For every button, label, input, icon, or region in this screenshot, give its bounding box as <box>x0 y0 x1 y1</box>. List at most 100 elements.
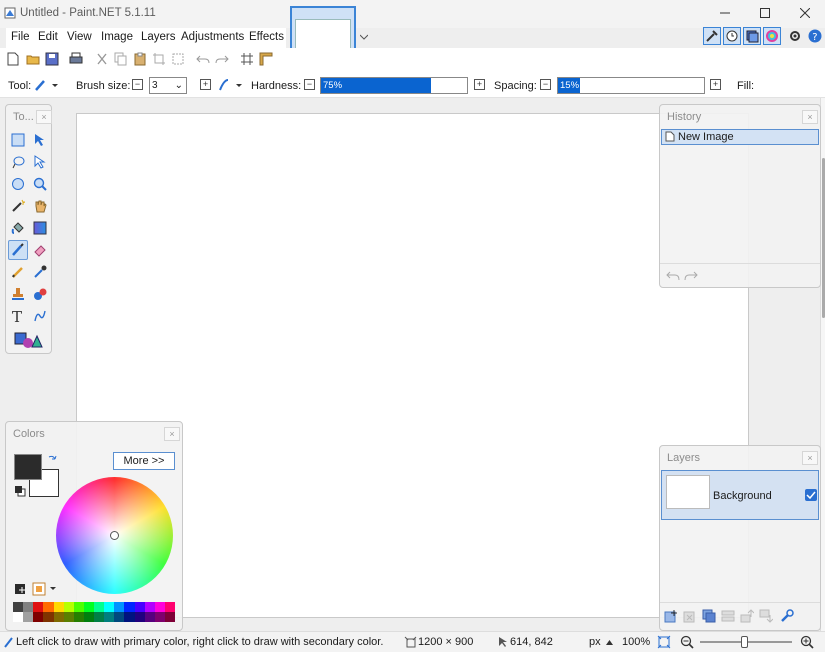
minimize-button[interactable] <box>710 4 740 22</box>
move-selection-icon[interactable] <box>30 130 50 150</box>
eraser-icon[interactable] <box>30 240 50 260</box>
ruler-icon[interactable] <box>259 52 275 68</box>
tools-panel-close-icon[interactable]: × <box>36 110 52 124</box>
history-item[interactable]: New Image <box>661 129 819 145</box>
zoom-to-window-icon[interactable] <box>657 635 671 649</box>
delete-layer-icon[interactable] <box>683 609 697 623</box>
add-layer-icon[interactable] <box>664 609 678 623</box>
settings-gear-icon[interactable] <box>788 29 802 43</box>
redo-icon[interactable] <box>215 52 231 68</box>
print-icon[interactable] <box>69 52 85 68</box>
layer-row[interactable]: Background <box>661 470 819 520</box>
color-palette[interactable] <box>13 602 175 622</box>
crop-to-selection-icon[interactable] <box>152 52 168 68</box>
line-curve-icon[interactable] <box>30 306 50 326</box>
ellipse-select-icon[interactable] <box>8 174 28 194</box>
menu-layers[interactable]: Layers <box>141 31 176 43</box>
zoom-in-icon[interactable] <box>800 635 814 649</box>
menu-bar: File Edit View Image Layers Adjustments … <box>6 28 286 48</box>
hardness-slider[interactable]: 75% <box>320 77 468 94</box>
merge-layer-down-icon[interactable] <box>721 609 735 623</box>
menu-adjustments[interactable]: Adjustments <box>181 31 244 43</box>
help-icon[interactable]: ? <box>808 29 822 43</box>
brush-size-decrease-button[interactable]: − <box>132 79 143 90</box>
pan-icon[interactable] <box>30 196 50 216</box>
grid-icon[interactable] <box>240 52 256 68</box>
shapes-icon[interactable] <box>14 330 44 350</box>
colors-panel-close-icon[interactable]: × <box>164 427 180 441</box>
color-wheel-handle[interactable] <box>110 531 119 540</box>
antialiasing-icon[interactable] <box>218 78 244 92</box>
spacing-increase-button[interactable]: + <box>710 79 721 90</box>
tools-panel-title: To... <box>13 111 34 123</box>
undo-icon[interactable] <box>196 52 212 68</box>
primary-color-swatch[interactable] <box>14 454 42 480</box>
magic-wand-icon[interactable] <box>8 196 28 216</box>
hardness-increase-button[interactable]: + <box>474 79 485 90</box>
history-panel-close-icon[interactable]: × <box>802 110 818 124</box>
more-colors-button[interactable]: More >> <box>113 452 175 470</box>
reset-colors-icon[interactable] <box>14 485 26 497</box>
add-palette-color-icon[interactable] <box>14 583 26 595</box>
zoom-out-icon[interactable] <box>680 635 694 649</box>
image-list-chevron-icon[interactable] <box>360 34 368 40</box>
history-window-toggle-icon[interactable] <box>723 27 741 45</box>
deselect-icon[interactable] <box>171 52 187 68</box>
brush-size-increase-button[interactable]: + <box>200 79 211 90</box>
close-window-button[interactable] <box>790 4 820 22</box>
zoom-level[interactable]: 100% <box>622 636 650 648</box>
hardness-value: 75% <box>323 80 343 91</box>
hardness-decrease-button[interactable]: − <box>304 79 315 90</box>
swap-colors-icon[interactable] <box>47 454 57 464</box>
current-tool-paintbrush-icon[interactable] <box>34 78 60 92</box>
save-icon[interactable] <box>45 52 61 68</box>
layers-panel-footer <box>660 602 820 630</box>
zoom-icon[interactable] <box>30 174 50 194</box>
menu-view[interactable]: View <box>67 31 92 43</box>
open-file-icon[interactable] <box>26 52 42 68</box>
units-selector[interactable]: px <box>589 636 601 648</box>
paint-bucket-icon[interactable] <box>8 218 28 238</box>
spacing-decrease-button[interactable]: − <box>540 79 551 90</box>
spacing-slider[interactable]: 15% <box>557 77 705 94</box>
units-chevron-up-icon[interactable] <box>606 640 613 645</box>
layers-panel-close-icon[interactable]: × <box>802 451 818 465</box>
maximize-button[interactable] <box>750 4 780 22</box>
window-title: Untitled - Paint.NET 5.1.11 <box>20 7 156 19</box>
tools-window-toggle-icon[interactable] <box>703 27 721 45</box>
lasso-select-icon[interactable] <box>8 152 28 172</box>
move-selected-icon[interactable] <box>30 152 50 172</box>
gradient-icon[interactable] <box>30 218 50 238</box>
cut-icon[interactable] <box>95 52 111 68</box>
zoom-slider-thumb[interactable] <box>741 636 748 648</box>
move-layer-up-icon[interactable] <box>740 609 754 623</box>
menu-effects[interactable]: Effects <box>249 31 284 43</box>
paintbrush-icon[interactable] <box>8 240 28 260</box>
status-hint: Left click to draw with primary color, r… <box>16 636 384 648</box>
colors-window-toggle-icon[interactable] <box>763 27 781 45</box>
menu-image[interactable]: Image <box>101 31 133 43</box>
history-undo-icon[interactable] <box>666 270 680 282</box>
text-icon[interactable]: T <box>8 306 28 326</box>
paste-icon[interactable] <box>133 52 149 68</box>
history-redo-icon[interactable] <box>684 270 698 282</box>
layer-visibility-checkbox[interactable] <box>805 489 817 501</box>
brush-size-input[interactable]: 3 ⌄ <box>149 77 187 94</box>
layers-window-toggle-icon[interactable] <box>743 27 761 45</box>
layer-properties-icon[interactable] <box>780 609 794 623</box>
palette-menu-icon[interactable] <box>32 582 58 596</box>
menu-edit[interactable]: Edit <box>38 31 58 43</box>
copy-icon[interactable] <box>114 52 130 68</box>
color-wheel[interactable] <box>56 477 173 594</box>
duplicate-layer-icon[interactable] <box>702 609 716 623</box>
zoom-slider-track[interactable] <box>700 636 792 648</box>
move-layer-down-icon[interactable] <box>759 609 773 623</box>
menu-file[interactable]: File <box>11 31 30 43</box>
rectangle-select-icon[interactable] <box>8 130 28 150</box>
new-file-icon[interactable] <box>6 52 22 68</box>
chevron-down-icon: ⌄ <box>174 80 183 91</box>
clone-stamp-icon[interactable] <box>8 284 28 304</box>
recolor-icon[interactable] <box>30 284 50 304</box>
color-picker-icon[interactable] <box>30 262 50 282</box>
pencil-icon[interactable] <box>8 262 28 282</box>
